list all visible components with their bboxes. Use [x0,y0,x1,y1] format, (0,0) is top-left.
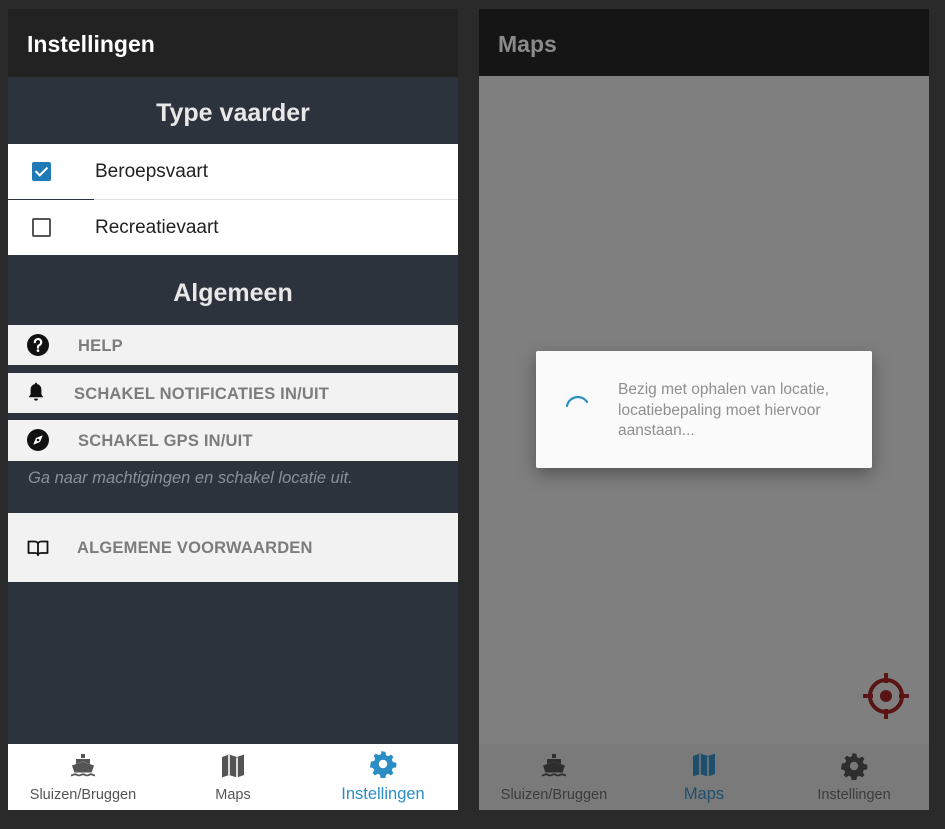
nav-instellingen[interactable]: Instellingen [779,744,929,810]
nav-instellingen[interactable]: Instellingen [308,744,458,810]
loading-message: Bezig met ophalen van locatie, locatiebe… [618,381,830,439]
nav-label: Sluizen/Bruggen [500,787,608,803]
nav-maps[interactable]: Maps [629,744,779,810]
nav-label: Maps [215,787,251,803]
nav-label: Instellingen [341,785,425,803]
bell-icon [28,382,44,401]
loading-spinner-icon [565,395,589,408]
checkbox-recreatievaart[interactable] [32,218,51,237]
gps-hint-text: Ga naar machtigingen en schakel locatie … [28,469,353,487]
map-icon [693,753,715,777]
settings-screen: Instellingen Type vaarder Beroepsvaart R… [8,9,458,810]
map-icon [222,754,244,778]
maps-app-bar: Maps [479,9,929,77]
page-title: Maps [498,31,557,57]
question-circle-icon [27,334,49,356]
nav-label: Maps [683,785,725,803]
maps-screen: Maps Bezig met ophalen van locatie, loca… [479,9,929,810]
ship-icon [70,754,96,777]
nav-label: Instellingen [817,787,891,803]
gps-label: SCHAKEL GPS IN/UIT [78,432,253,450]
section-title-type-vaarder: Type vaarder [156,99,310,127]
page-title: Instellingen [27,31,155,57]
gear-icon [369,750,397,778]
bottom-navigation: Sluizen/Bruggen Maps Instellingen [8,744,458,810]
ship-icon [541,754,567,777]
nav-maps[interactable]: Maps [158,744,308,810]
nav-sluizen-bruggen[interactable]: Sluizen/Bruggen [8,744,158,810]
option-recreatievaart[interactable]: Recreatievaart [8,200,458,255]
compass-icon [27,429,49,451]
help-button[interactable]: HELP [8,325,458,365]
open-book-icon [27,540,49,557]
section-title-algemeen: Algemeen [173,279,293,307]
notifications-label: SCHAKEL NOTIFICATIES IN/UIT [74,385,330,403]
terms-label: ALGEMENE VOORWAARDEN [77,539,313,557]
checkbox-beroepsvaart[interactable] [32,162,51,181]
loading-dialog: Bezig met ophalen van locatie, locatiebe… [536,351,872,468]
option-label: Recreatievaart [95,216,219,238]
nav-sluizen-bruggen[interactable]: Sluizen/Bruggen [479,744,629,810]
toggle-gps-button[interactable]: SCHAKEL GPS IN/UIT [8,420,458,461]
nav-label: Sluizen/Bruggen [29,787,137,803]
help-label: HELP [78,337,123,355]
option-label: Beroepsvaart [95,160,209,182]
settings-app-bar: Instellingen [8,9,458,77]
crosshair-icon[interactable] [861,671,911,721]
terms-button[interactable]: ALGEMENE VOORWAARDEN [8,513,458,582]
gear-icon [840,752,868,780]
bottom-navigation: Sluizen/Bruggen Maps Instellingen [479,744,929,810]
option-beroepsvaart[interactable]: Beroepsvaart [8,144,458,199]
toggle-notifications-button[interactable]: SCHAKEL NOTIFICATIES IN/UIT [8,373,458,413]
